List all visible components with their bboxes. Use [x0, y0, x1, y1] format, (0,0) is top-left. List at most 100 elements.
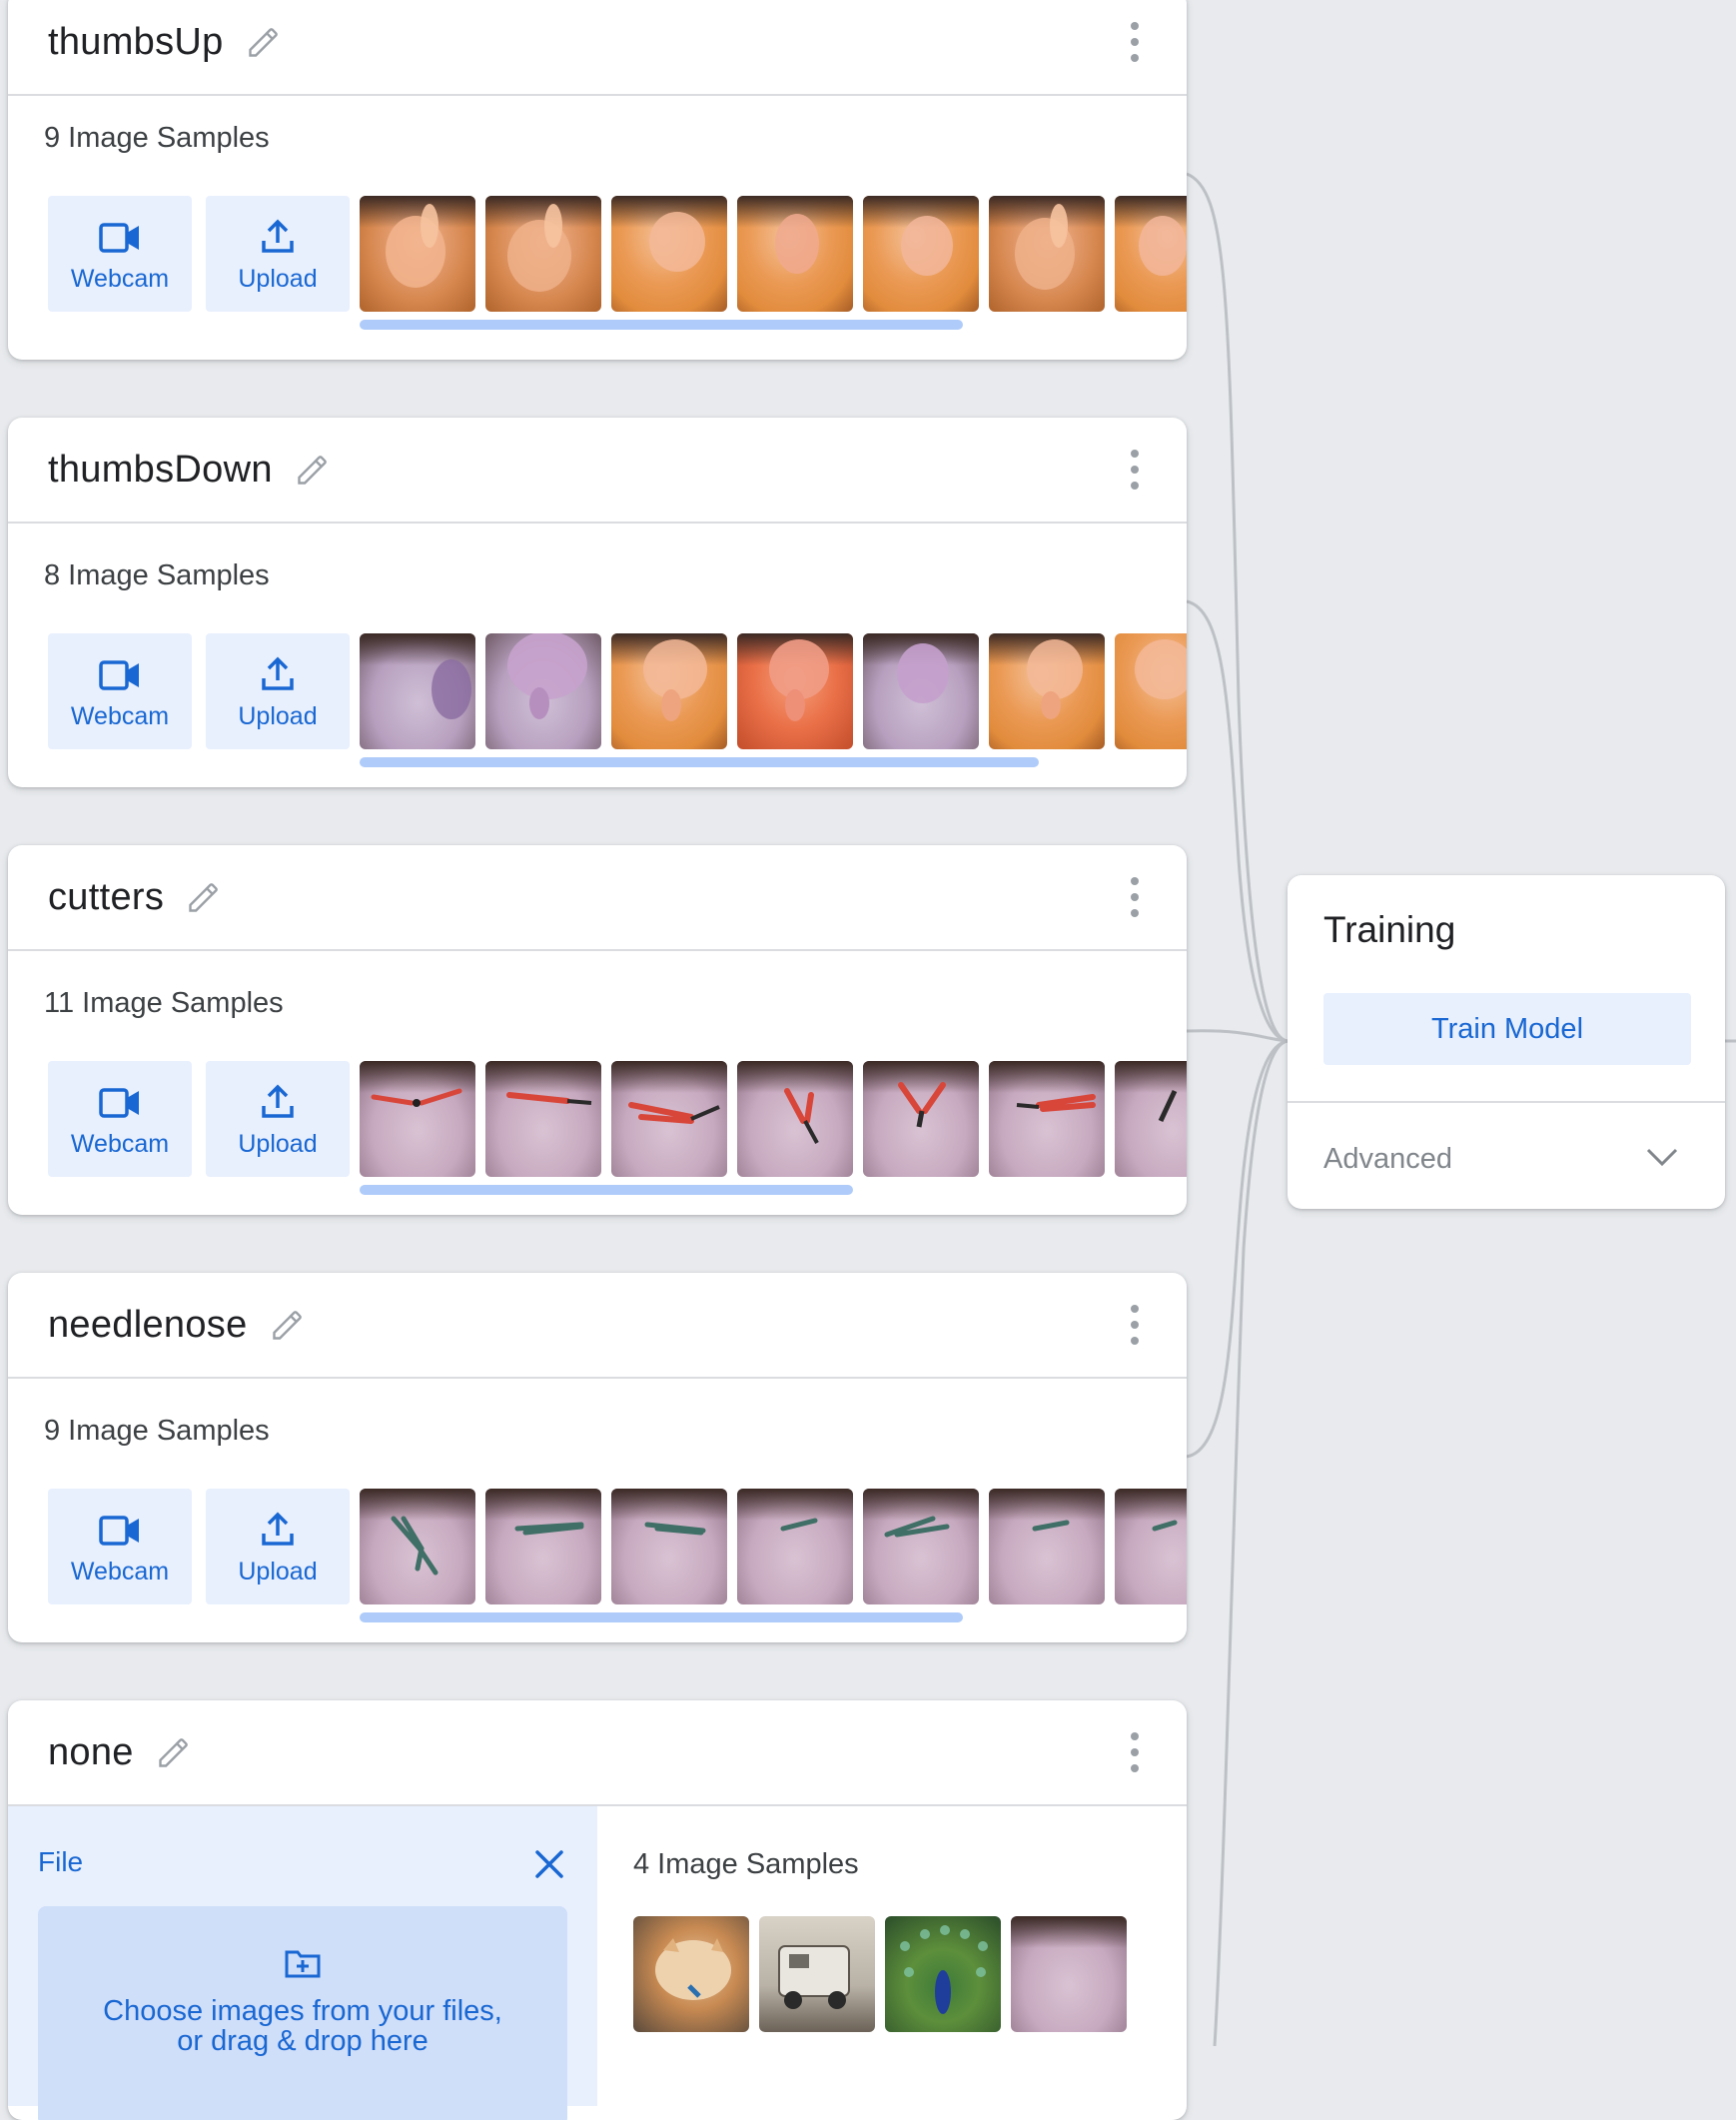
sample-thumbnail[interactable] — [863, 1061, 979, 1177]
samples-count: 4 Image Samples — [633, 1848, 859, 1880]
upload-button[interactable]: Upload — [206, 633, 350, 749]
sample-thumbnail[interactable] — [989, 196, 1105, 312]
webcam-icon — [98, 652, 142, 692]
train-model-button[interactable]: Train Model — [1323, 993, 1691, 1065]
pencil-icon[interactable] — [154, 1732, 194, 1772]
class-card-thumbsup: thumbsUp 9 Image Samples Webcam Upload — [8, 0, 1187, 360]
sample-thumbnail[interactable] — [611, 633, 727, 749]
class-card-header: cutters — [8, 845, 1187, 951]
sample-thumbnail[interactable] — [485, 1061, 601, 1177]
thumbnail-scrollbar[interactable] — [360, 1185, 853, 1195]
sample-thumbnail[interactable] — [863, 196, 979, 312]
class-card-none: none File Choose images from your files,… — [8, 1700, 1187, 2120]
sample-thumbnail[interactable] — [611, 1061, 727, 1177]
webcam-button[interactable]: Webcam — [48, 196, 192, 312]
upload-icon — [260, 215, 296, 255]
sample-thumbnail[interactable] — [485, 633, 601, 749]
toy-truck-photo[interactable] — [759, 1916, 875, 2032]
samples-count: 8 Image Samples — [44, 559, 270, 591]
sample-thumbnail[interactable] — [1115, 1489, 1187, 1604]
sample-thumbnail[interactable] — [989, 1489, 1105, 1604]
class-name[interactable]: none — [48, 1731, 134, 1774]
webcam-button[interactable]: Webcam — [48, 633, 192, 749]
webcam-button[interactable]: Webcam — [48, 1061, 192, 1177]
cat-photo[interactable] — [633, 1916, 749, 2032]
webcam-label: Webcam — [70, 1129, 170, 1158]
class-name[interactable]: needlenose — [48, 1304, 248, 1347]
upload-label: Upload — [238, 264, 318, 293]
sample-thumbnail[interactable] — [360, 196, 475, 312]
upload-label: Upload — [238, 701, 318, 730]
sample-thumbnail[interactable] — [485, 1489, 601, 1604]
more-vert-icon[interactable] — [1127, 877, 1143, 917]
training-card: Training Train Model Advanced — [1288, 875, 1725, 1209]
thumbnail-scrollbar[interactable] — [360, 757, 1039, 767]
samples-count: 11 Image Samples — [44, 987, 284, 1019]
sample-thumbnail[interactable] — [863, 633, 979, 749]
upload-button[interactable]: Upload — [206, 1061, 350, 1177]
more-vert-icon[interactable] — [1127, 1305, 1143, 1345]
pencil-icon[interactable] — [184, 877, 224, 917]
peacock-photo[interactable] — [885, 1916, 1001, 2032]
class-card-header: thumbsUp — [8, 0, 1187, 96]
webcam-icon — [98, 1080, 142, 1120]
webcam-icon — [98, 215, 142, 255]
webcam-label: Webcam — [70, 264, 170, 293]
sample-thumbnail[interactable] — [611, 196, 727, 312]
class-name[interactable]: thumbsDown — [48, 449, 273, 492]
sample-thumbnail[interactable] — [989, 1061, 1105, 1177]
folder-add-icon — [285, 1948, 321, 1983]
file-upload-panel: File Choose images from your files, or d… — [8, 1806, 597, 2120]
samples-count: 9 Image Samples — [44, 1415, 270, 1447]
pencil-icon[interactable] — [293, 450, 333, 490]
upload-button[interactable]: Upload — [206, 1489, 350, 1604]
class-name[interactable]: cutters — [48, 876, 164, 919]
pencil-icon[interactable] — [244, 22, 284, 62]
sample-thumbnail[interactable] — [1115, 633, 1187, 749]
close-icon[interactable] — [533, 1848, 565, 1885]
file-panel-title: File — [38, 1846, 84, 1877]
samples-count: 9 Image Samples — [44, 122, 270, 154]
class-card-thumbsdown: thumbsDown 8 Image Samples Webcam Upload — [8, 418, 1187, 787]
dropzone-text: Choose images from your files, or drag &… — [38, 1996, 567, 2056]
sample-thumbnail[interactable] — [611, 1489, 727, 1604]
sample-thumbnail[interactable] — [737, 633, 853, 749]
training-title: Training — [1323, 909, 1456, 950]
sample-thumbnail[interactable] — [360, 1061, 475, 1177]
upload-label: Upload — [238, 1129, 318, 1158]
dropzone-line1: Choose images from your files, — [103, 1995, 502, 2027]
class-card-header: none — [8, 1700, 1187, 1806]
more-vert-icon[interactable] — [1127, 450, 1143, 490]
class-card-header: thumbsDown — [8, 418, 1187, 524]
sample-thumbnail[interactable] — [360, 633, 475, 749]
webcam-button[interactable]: Webcam — [48, 1489, 192, 1604]
sample-thumbnail[interactable] — [737, 1489, 853, 1604]
more-vert-icon[interactable] — [1127, 22, 1143, 62]
class-name[interactable]: thumbsUp — [48, 21, 224, 64]
class-card-cutters: cutters 11 Image Samples Webcam Upload — [8, 845, 1187, 1215]
class-card-needlenose: needlenose 9 Image Samples Webcam Upload — [8, 1273, 1187, 1642]
dropzone-line2: or drag & drop here — [177, 2025, 429, 2057]
upload-label: Upload — [238, 1557, 318, 1586]
sample-thumbnail[interactable] — [863, 1489, 979, 1604]
class-card-header: needlenose — [8, 1273, 1187, 1379]
thumbnail-scrollbar[interactable] — [360, 320, 963, 330]
thumbnail-scrollbar[interactable] — [360, 1612, 963, 1622]
sample-thumbnail[interactable] — [737, 196, 853, 312]
upload-button[interactable]: Upload — [206, 196, 350, 312]
pencil-icon[interactable] — [268, 1305, 308, 1345]
file-dropzone[interactable]: Choose images from your files, or drag &… — [38, 1906, 567, 2120]
sample-thumbnail[interactable] — [360, 1489, 475, 1604]
upload-icon — [260, 1508, 296, 1548]
more-vert-icon[interactable] — [1127, 1732, 1143, 1772]
floor-photo[interactable] — [1011, 1916, 1127, 2032]
sample-thumbnail[interactable] — [1115, 196, 1187, 312]
divider — [1288, 1101, 1725, 1103]
sample-thumbnail[interactable] — [737, 1061, 853, 1177]
advanced-toggle-label[interactable]: Advanced — [1323, 1143, 1452, 1176]
sample-thumbnail[interactable] — [1115, 1061, 1187, 1177]
sample-thumbnail[interactable] — [989, 633, 1105, 749]
sample-thumbnail[interactable] — [485, 196, 601, 312]
chevron-down-icon[interactable] — [1645, 1145, 1679, 1174]
webcam-icon — [98, 1508, 142, 1548]
